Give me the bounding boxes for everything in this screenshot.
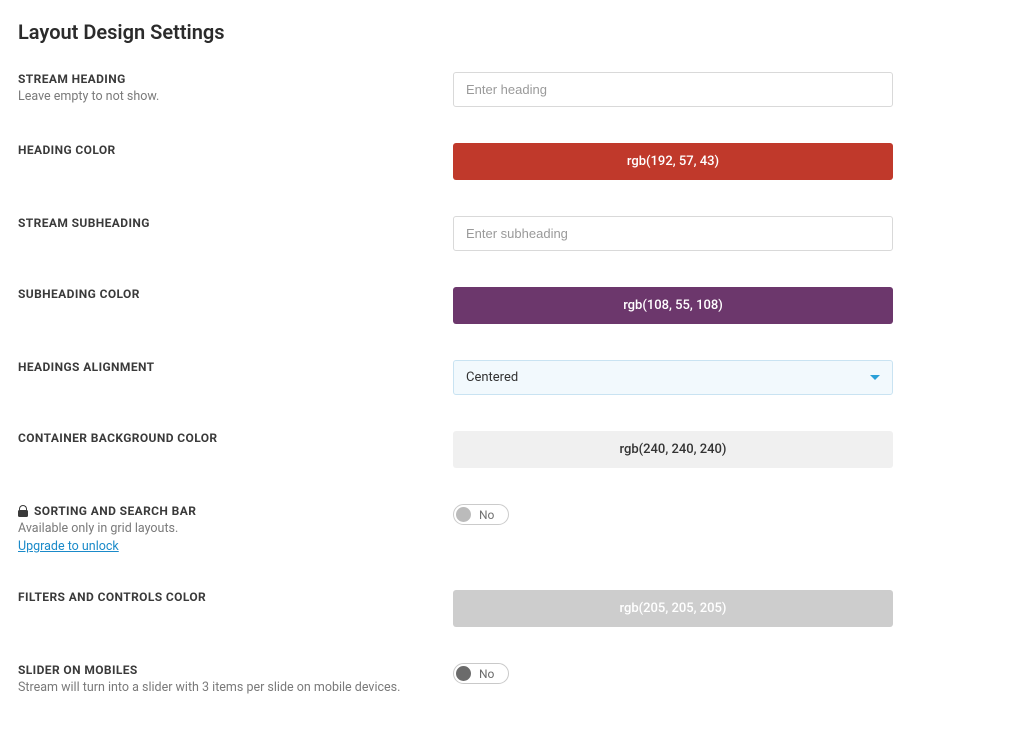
- setting-container-bg-color: CONTAINER BACKGROUND COLOR rgb(240, 240,…: [18, 431, 1006, 468]
- setting-stream-subheading: STREAM SUBHEADING: [18, 216, 1006, 251]
- headings-alignment-select[interactable]: Centered: [453, 360, 893, 395]
- setting-subheading-color: SUBHEADING COLOR rgb(108, 55, 108): [18, 287, 1006, 324]
- sorting-search-label: SORTING AND SEARCH BAR: [18, 504, 433, 518]
- subheading-color-swatch[interactable]: rgb(108, 55, 108): [453, 287, 893, 324]
- setting-heading-color: HEADING COLOR rgb(192, 57, 43): [18, 143, 1006, 180]
- page-title: Layout Design Settings: [18, 20, 1006, 44]
- upgrade-link[interactable]: Upgrade to unlock: [18, 539, 119, 554]
- slider-mobiles-label: SLIDER ON MOBILES: [18, 663, 433, 677]
- setting-slider-mobiles: SLIDER ON MOBILES Stream will turn into …: [18, 663, 1006, 695]
- stream-subheading-input[interactable]: [453, 216, 893, 251]
- filters-controls-color-swatch[interactable]: rgb(205, 205, 205): [453, 590, 893, 627]
- slider-mobiles-toggle-label: No: [479, 667, 494, 681]
- stream-subheading-label: STREAM SUBHEADING: [18, 216, 433, 230]
- stream-heading-hint: Leave empty to not show.: [18, 89, 433, 104]
- subheading-color-label: SUBHEADING COLOR: [18, 287, 433, 301]
- stream-heading-label: STREAM HEADING: [18, 72, 433, 86]
- setting-sorting-search: SORTING AND SEARCH BAR Available only in…: [18, 504, 1006, 554]
- sorting-search-label-text: SORTING AND SEARCH BAR: [34, 504, 196, 518]
- slider-mobiles-hint: Stream will turn into a slider with 3 it…: [18, 680, 433, 695]
- headings-alignment-selected: Centered: [466, 370, 518, 385]
- slider-mobiles-toggle[interactable]: No: [453, 663, 509, 684]
- chevron-down-icon: [870, 375, 880, 380]
- sorting-search-toggle-label: No: [479, 508, 494, 522]
- lock-icon: [18, 505, 28, 517]
- setting-headings-alignment: HEADINGS ALIGNMENT Centered: [18, 360, 1006, 395]
- setting-filters-controls-color: FILTERS AND CONTROLS COLOR rgb(205, 205,…: [18, 590, 1006, 627]
- toggle-knob-icon: [456, 666, 471, 681]
- container-bg-color-label: CONTAINER BACKGROUND COLOR: [18, 431, 433, 445]
- setting-stream-heading: STREAM HEADING Leave empty to not show.: [18, 72, 1006, 107]
- headings-alignment-label: HEADINGS ALIGNMENT: [18, 360, 433, 374]
- sorting-search-toggle: No: [453, 504, 509, 525]
- filters-controls-color-label: FILTERS AND CONTROLS COLOR: [18, 590, 433, 604]
- heading-color-label: HEADING COLOR: [18, 143, 433, 157]
- container-bg-color-swatch[interactable]: rgb(240, 240, 240): [453, 431, 893, 468]
- heading-color-swatch[interactable]: rgb(192, 57, 43): [453, 143, 893, 180]
- sorting-search-hint: Available only in grid layouts.: [18, 521, 433, 536]
- stream-heading-input[interactable]: [453, 72, 893, 107]
- toggle-knob-icon: [456, 507, 471, 522]
